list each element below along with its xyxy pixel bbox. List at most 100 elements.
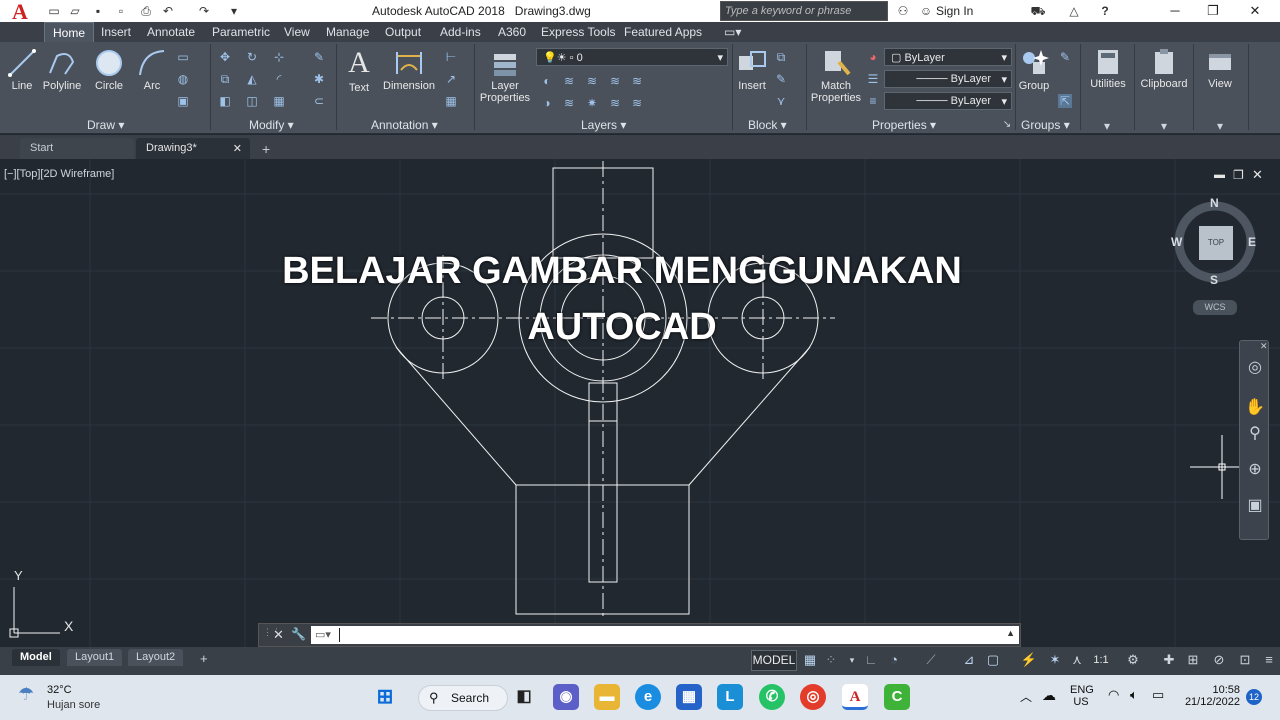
tab-a360[interactable]: A360	[498, 25, 526, 39]
show-hidden-icons-icon[interactable]: ︿	[1020, 688, 1032, 705]
isolate-objects-icon[interactable]: ⊘	[1210, 651, 1228, 669]
clipboard-expand-icon[interactable]: ▾	[1157, 119, 1171, 133]
polyline-tool[interactable]: Polyline	[40, 48, 84, 92]
tab-parametric[interactable]: Parametric	[212, 25, 270, 39]
edge-browser-icon[interactable]: e	[635, 684, 661, 710]
layer-freeze-icon[interactable]: ≋	[585, 74, 599, 88]
copy-icon[interactable]: ⧉	[218, 72, 232, 86]
clean-screen-icon[interactable]: ⊡	[1236, 651, 1254, 669]
explode-icon[interactable]: ✱	[312, 72, 326, 86]
view-tool[interactable]: View	[1198, 48, 1242, 90]
task-view-icon[interactable]: ◧	[511, 684, 537, 710]
layer-on-icon[interactable]: ◑	[540, 96, 554, 110]
chrome-icon[interactable]: ◎	[800, 684, 826, 710]
insert-block-tool[interactable]: Insert	[735, 48, 769, 92]
windows-start-icon[interactable]: ⊞	[372, 684, 398, 710]
wcs-menu[interactable]: WCS	[1193, 300, 1237, 315]
file-explorer-icon[interactable]: ▬	[594, 684, 620, 710]
table-icon[interactable]: ▦	[444, 94, 458, 108]
model-space-button[interactable]: MODEL	[751, 650, 797, 671]
tab-view[interactable]: View	[284, 25, 310, 39]
viewport-minimize-icon[interactable]: ▬	[1214, 169, 1225, 181]
command-close-icon[interactable]: ✕	[273, 627, 284, 643]
block-panel-title[interactable]: Block ▾	[748, 118, 787, 132]
group-selection-icon[interactable]: ⇱	[1058, 94, 1072, 108]
a360-icon[interactable]: △	[1066, 3, 1082, 19]
object-snap-icon[interactable]: ▢	[984, 651, 1002, 669]
redo-icon[interactable]: ↷	[196, 3, 212, 19]
compass-west[interactable]: W	[1171, 235, 1182, 249]
leader-icon[interactable]: ↗	[444, 72, 458, 86]
camtasia-icon[interactable]: C	[884, 684, 910, 710]
layer-thaw-icon[interactable]: ✷	[585, 96, 599, 110]
stretch-icon[interactable]: ◧	[218, 94, 232, 108]
snap-toggle-icon[interactable]: ⁘	[822, 651, 840, 669]
annotation-monitor-icon[interactable]: ✚	[1160, 651, 1178, 669]
osnap-toggle-icon[interactable]: ⊿	[960, 651, 978, 669]
ortho-toggle-icon[interactable]: ∟	[862, 651, 880, 669]
save-as-icon[interactable]: ▫	[113, 3, 129, 19]
tab-model[interactable]: Model	[12, 649, 60, 666]
draw-panel-title[interactable]: Draw ▾	[87, 118, 124, 132]
open-file-icon[interactable]: ▱	[67, 3, 83, 19]
annotation-scale-icon[interactable]: ⋏	[1068, 651, 1086, 669]
mirror-icon[interactable]: ◭	[245, 72, 259, 86]
new-tab-button[interactable]: +	[256, 138, 280, 159]
units-icon[interactable]: ⊞	[1184, 651, 1202, 669]
properties-panel-title[interactable]: Properties ▾	[872, 118, 936, 132]
viewport-controls[interactable]: [−][Top][2D Wireframe]	[4, 168, 114, 180]
ribbon-options-icon[interactable]: ▭▾	[724, 25, 741, 39]
offset-icon[interactable]: ⊂	[312, 94, 326, 108]
annotation-panel-title[interactable]: Annotation ▾	[371, 118, 438, 132]
application-menu-button[interactable]: A	[0, 0, 40, 24]
drawing-canvas[interactable]	[0, 159, 1280, 647]
command-customize-icon[interactable]: 🔧	[291, 627, 306, 641]
taskbar-search[interactable]: ⚲ Search	[418, 685, 508, 711]
viewcube[interactable]: N S E W TOP	[1170, 196, 1260, 287]
teams-chat-icon[interactable]: ◉	[553, 684, 579, 710]
tab-home[interactable]: Home	[44, 22, 95, 42]
rotate-icon[interactable]: ↻	[245, 50, 259, 64]
array-icon[interactable]: ▦	[272, 94, 286, 108]
layers-panel-title[interactable]: Layers ▾	[581, 118, 626, 132]
text-tool[interactable]: A Text	[342, 46, 376, 94]
linetype-dropdown[interactable]: ──── ByLayer ▾	[884, 70, 1012, 88]
polar-toggle-icon[interactable]: ◔	[885, 651, 903, 669]
command-history-icon[interactable]: ▲	[1006, 628, 1015, 638]
tab-layout1[interactable]: Layout1	[67, 649, 123, 666]
snap-menu-icon[interactable]: ▾	[843, 651, 861, 669]
input-language[interactable]: ENG US	[1070, 684, 1094, 708]
compass-south[interactable]: S	[1210, 273, 1218, 287]
layer-off-icon[interactable]: ◐	[540, 74, 554, 88]
layer-dropdown[interactable]: 💡☀ ▫ 0 ▾	[536, 48, 728, 66]
move-icon[interactable]: ✥	[218, 50, 232, 64]
layer-match-icon[interactable]: ≋	[630, 74, 644, 88]
navbar-close-icon[interactable]: ✕	[1260, 341, 1268, 352]
line-tool[interactable]: Line	[6, 48, 38, 92]
region-icon[interactable]: ▣	[176, 94, 190, 108]
steering-wheel-icon[interactable]: ◎	[1244, 357, 1266, 379]
orbit-icon[interactable]: ⊕	[1244, 459, 1266, 481]
customization-icon[interactable]: ≡	[1260, 651, 1278, 669]
layer-properties-tool[interactable]: Layer Properties	[478, 48, 532, 104]
workspace-gear-icon[interactable]: ⚙	[1124, 651, 1142, 669]
sign-in-button[interactable]: Sign In	[936, 4, 973, 18]
utilities-expand-icon[interactable]: ▾	[1100, 119, 1114, 133]
properties-launcher-icon[interactable]: ↘	[1000, 118, 1014, 132]
user-icon[interactable]: ☺	[918, 3, 934, 19]
volume-icon[interactable]: 🔈︎	[1130, 687, 1138, 703]
trim-icon[interactable]: ⊹	[272, 50, 286, 64]
undo-icon[interactable]: ↶	[160, 3, 176, 19]
minimize-button[interactable]: ─	[1160, 2, 1190, 20]
save-icon[interactable]: ▪	[90, 3, 106, 19]
ungroup-icon[interactable]: ✎	[1058, 50, 1072, 64]
help-button[interactable]: ?	[1097, 3, 1113, 19]
linear-dim-icon[interactable]: ⊢	[444, 50, 458, 64]
layer-lock-icon[interactable]: ≋	[608, 74, 622, 88]
binoculars-icon[interactable]: ⚇	[895, 3, 911, 19]
viewcube-top-face[interactable]: TOP	[1199, 226, 1233, 260]
hatch-icon[interactable]: ◍	[176, 72, 190, 86]
tab-add-ins[interactable]: Add-ins	[440, 25, 481, 39]
close-tab-icon[interactable]: ✕	[233, 142, 242, 155]
print-icon[interactable]: ⎙	[138, 3, 154, 19]
